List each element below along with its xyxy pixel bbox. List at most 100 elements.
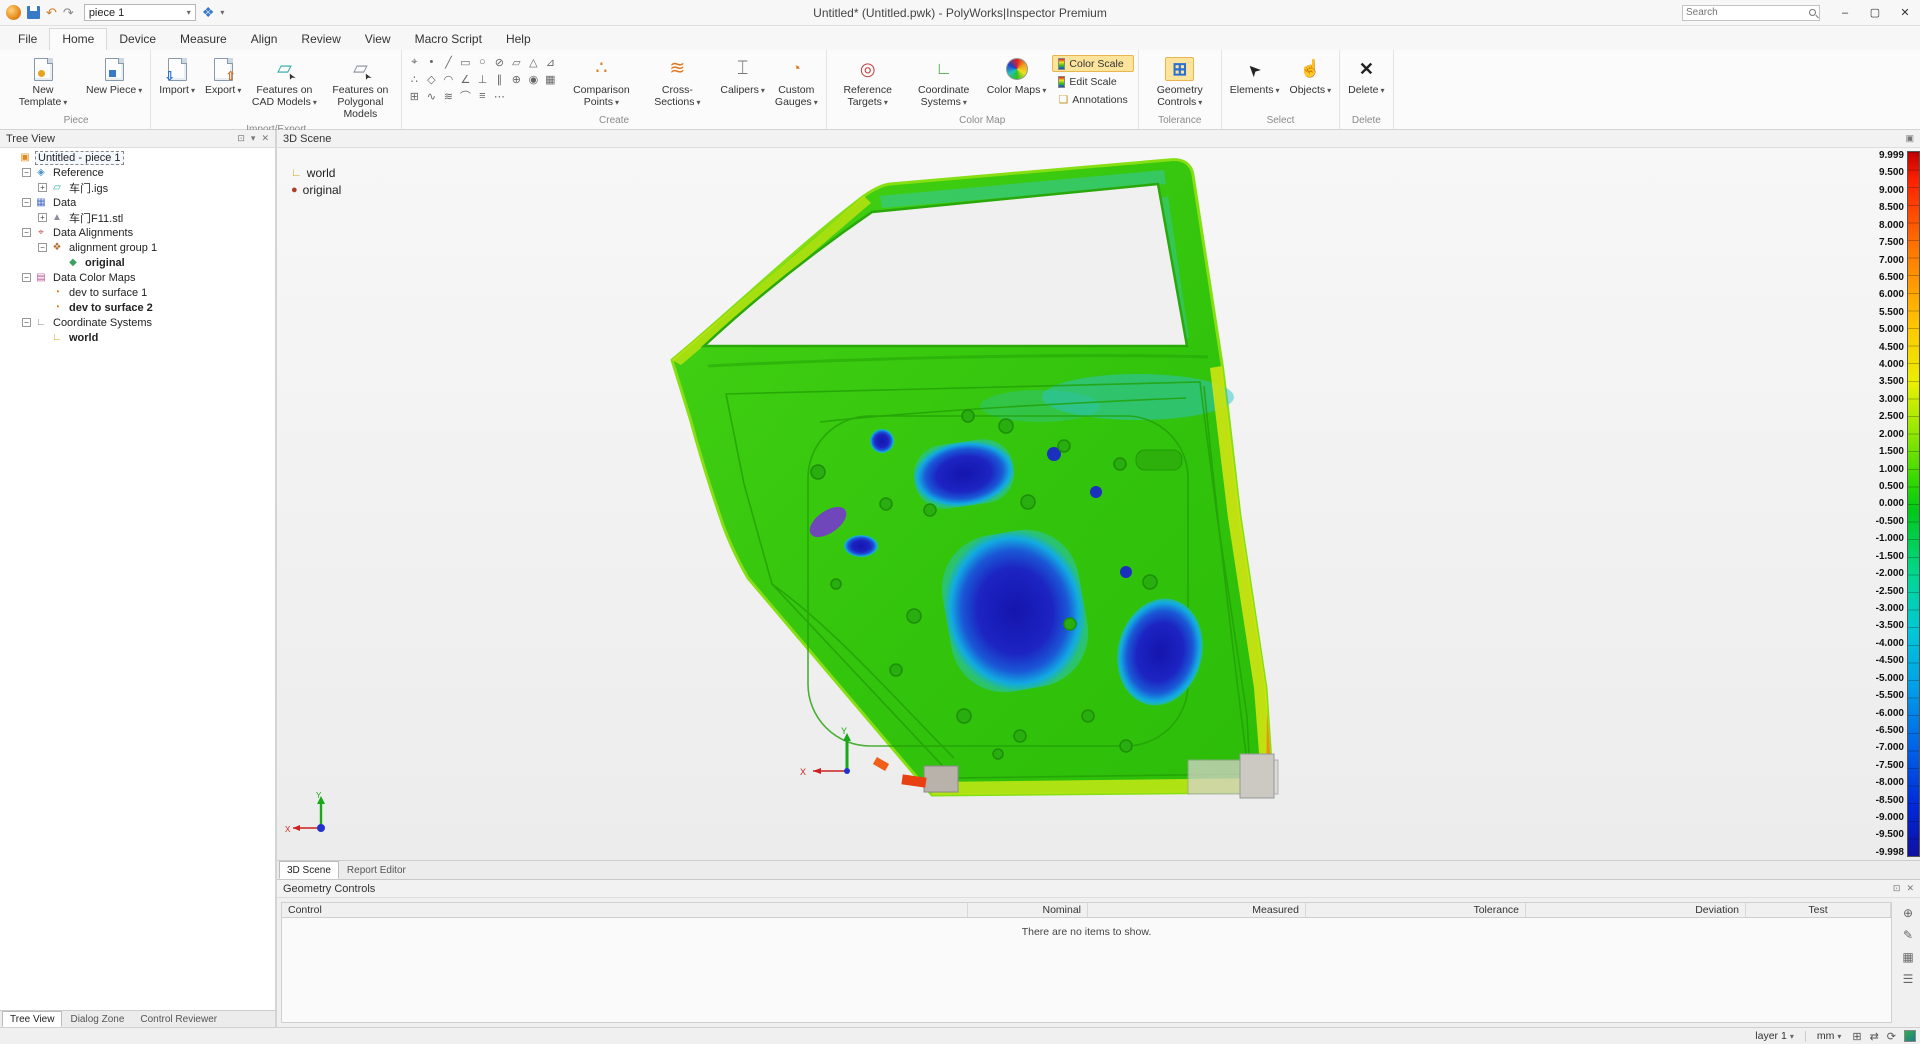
create-tool-icon[interactable]: ▱ <box>508 54 524 70</box>
close-button[interactable]: ✕ <box>1890 0 1920 25</box>
tab-home[interactable]: Home <box>49 28 107 50</box>
create-tool-icon[interactable]: ▭ <box>457 54 473 70</box>
create-tool-icon[interactable]: ╱ <box>440 54 456 70</box>
grid-icon[interactable]: ⊞ <box>1852 1030 1861 1043</box>
create-tool-icon[interactable]: ◉ <box>525 71 541 87</box>
qat-overflow-icon[interactable]: ▾ <box>220 8 224 17</box>
tab-file[interactable]: File <box>6 29 49 50</box>
edit-scale-button[interactable]: Edit Scale <box>1052 73 1133 90</box>
tree-item[interactable]: +▲车门F11.stl <box>0 210 275 225</box>
create-tool-icon[interactable]: △ <box>525 54 541 70</box>
column-header-measured[interactable]: Measured <box>1088 903 1306 917</box>
geometry-controls-button[interactable]: ⊞ Geometry Controls▾ <box>1143 52 1217 110</box>
export-button[interactable]: ⇧ Export▾ <box>201 52 245 98</box>
edit-tool-icon[interactable]: ✎ <box>1903 928 1913 942</box>
scene-layout-icon[interactable]: ▣ <box>1905 133 1914 144</box>
tree-item[interactable]: ◔dev to surface 2 <box>0 300 275 315</box>
create-tool-icon[interactable]: ⌖ <box>406 54 422 70</box>
create-tool-icon[interactable]: ⊕ <box>508 71 524 87</box>
create-tool-icon[interactable]: • <box>423 54 439 70</box>
scene-tab-report-editor[interactable]: Report Editor <box>339 861 414 879</box>
new-piece-button[interactable]: New Piece▾ <box>82 52 146 98</box>
create-tool-icon[interactable]: ⊿ <box>542 54 558 70</box>
create-tool-icon[interactable]: ≡ <box>474 88 490 104</box>
create-tool-icon[interactable]: ⊘ <box>491 54 507 70</box>
calipers-button[interactable]: ⌶ Calipers▾ <box>716 52 769 98</box>
active-color-swatch[interactable] <box>1904 1030 1916 1042</box>
create-tool-icon[interactable]: ⊥ <box>474 71 490 87</box>
search-input[interactable] <box>1686 7 1809 18</box>
collapse-icon[interactable]: − <box>38 243 47 252</box>
maximize-button[interactable]: ▢ <box>1860 0 1890 25</box>
collapse-icon[interactable]: − <box>22 198 31 207</box>
create-tool-icon[interactable]: ○ <box>474 54 490 70</box>
collapse-icon[interactable]: − <box>22 318 31 327</box>
minimize-button[interactable]: – <box>1830 0 1860 25</box>
color-maps-button[interactable]: Color Maps▾ <box>983 52 1051 98</box>
column-header-nominal[interactable]: Nominal <box>968 903 1088 917</box>
tab-align[interactable]: Align <box>239 29 290 50</box>
annotations-toggle[interactable]: ❏ Annotations <box>1052 91 1133 108</box>
expand-icon[interactable]: + <box>38 213 47 222</box>
custom-gauges-button[interactable]: ◔ CustomGauges▾ <box>771 52 822 110</box>
tree-item[interactable]: +▱车门.igs <box>0 180 275 195</box>
expand-icon[interactable]: + <box>38 183 47 192</box>
create-tool-icon[interactable]: ∥ <box>491 71 507 87</box>
scene-tab-3d-scene[interactable]: 3D Scene <box>279 861 339 879</box>
piece-selector[interactable]: piece 1 ▾ <box>84 4 196 21</box>
undo-icon[interactable]: ↶ <box>46 5 57 21</box>
bottom-tab-dialog-zone[interactable]: Dialog Zone <box>62 1011 132 1027</box>
tree-item[interactable]: ▣Untitled - piece 1 <box>0 150 275 165</box>
color-scale-bar[interactable] <box>1907 151 1920 857</box>
select-objects-button[interactable]: ☝ Objects▾ <box>1286 52 1336 98</box>
units-selector[interactable]: mm▾ <box>1814 1030 1845 1042</box>
color-scale-toggle[interactable]: Color Scale <box>1052 55 1133 72</box>
layer-selector[interactable]: layer 1▾ <box>1752 1030 1797 1042</box>
tree-item[interactable]: −◈Reference <box>0 165 275 180</box>
pin-icon[interactable]: ⊡ <box>237 133 245 144</box>
panel-close-icon[interactable]: ✕ <box>261 133 269 144</box>
tree-item[interactable]: −❖alignment group 1 <box>0 240 275 255</box>
select-elements-button[interactable]: ➤ Elements▾ <box>1226 52 1284 98</box>
reference-targets-button[interactable]: ◎ Reference Targets▾ <box>831 52 905 110</box>
create-tool-icon[interactable]: ⋯ <box>491 88 507 104</box>
features-on-cad-models-button[interactable]: ▱➤ Features on CAD Models▾ <box>247 52 321 110</box>
refresh-icon[interactable]: ⟳ <box>1887 1030 1896 1043</box>
tree-item[interactable]: ◔dev to surface 1 <box>0 285 275 300</box>
create-tool-icon[interactable]: ≋ <box>440 88 456 104</box>
coordinate-systems-button[interactable]: ∟ Coordinate Systems▾ <box>907 52 981 110</box>
save-icon[interactable] <box>27 6 40 19</box>
panel-menu-icon[interactable]: ▾ <box>251 133 256 144</box>
new-template-button[interactable]: New Template▾ <box>6 52 80 110</box>
features-on-polygonal-models-button[interactable]: ▱➤ Features on Polygonal Models <box>323 52 397 122</box>
table-view-icon[interactable]: ▦ <box>1902 950 1913 964</box>
tab-macro-script[interactable]: Macro Script <box>403 29 494 50</box>
tab-help[interactable]: Help <box>494 29 543 50</box>
tab-review[interactable]: Review <box>289 29 352 50</box>
tab-measure[interactable]: Measure <box>168 29 239 50</box>
tab-view[interactable]: View <box>353 29 403 50</box>
pin-icon[interactable]: ⊡ <box>1893 883 1901 894</box>
create-tool-icon[interactable]: ⊞ <box>406 88 422 104</box>
app-logo-icon[interactable] <box>6 5 21 20</box>
tree-item[interactable]: −▤Data Color Maps <box>0 270 275 285</box>
collapse-icon[interactable]: − <box>22 228 31 237</box>
comparison-points-button[interactable]: ∴ Comparison Points▾ <box>564 52 638 110</box>
tree-item[interactable]: −▦Data <box>0 195 275 210</box>
create-tool-icon[interactable]: ◇ <box>423 71 439 87</box>
import-button[interactable]: ⇩ Import▾ <box>155 52 199 98</box>
create-tool-icon[interactable]: ⌒ <box>457 88 473 104</box>
search-icon[interactable] <box>1809 9 1816 16</box>
delete-button[interactable]: ✕ Delete▾ <box>1344 52 1388 98</box>
bottom-tab-tree-view[interactable]: Tree View <box>2 1011 62 1027</box>
column-header-control[interactable]: Control <box>282 903 968 917</box>
column-header-test[interactable]: Test <box>1746 903 1891 917</box>
cross-sections-button[interactable]: ≋ Cross-Sections▾ <box>640 52 714 110</box>
3d-scene[interactable]: ∟world●original <box>277 148 1920 860</box>
car-door-model[interactable] <box>668 154 1290 816</box>
create-tool-icon[interactable]: ◠ <box>440 71 456 87</box>
list-view-icon[interactable]: ☰ <box>1903 972 1914 986</box>
panel-close-icon[interactable]: ✕ <box>1906 883 1914 894</box>
tree-item[interactable]: ◆original <box>0 255 275 270</box>
tree-item[interactable]: −⌖Data Alignments <box>0 225 275 240</box>
